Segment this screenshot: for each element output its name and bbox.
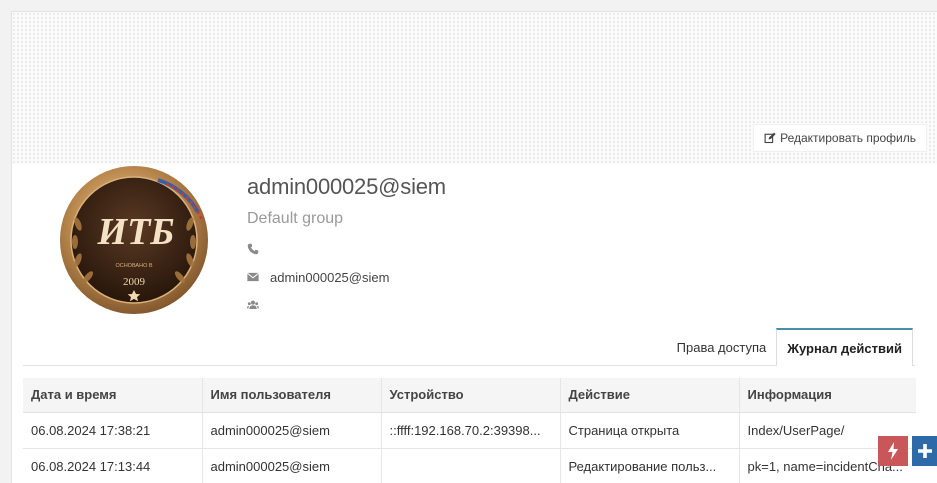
profile-tabs: Права доступа Журнал действий (667, 328, 913, 366)
table-row[interactable]: 06.08.2024 17:13:44 admin000025@siem Ред… (23, 448, 916, 483)
cell-action: Редактирование польз... (560, 448, 740, 483)
quick-action-button[interactable] (878, 436, 908, 466)
cell-action: Страница открыта (560, 412, 740, 449)
column-header-action[interactable]: Действие (560, 378, 740, 413)
column-header-info[interactable]: Информация (739, 378, 916, 413)
profile-username: admin000025@siem (247, 174, 446, 199)
profile-card: Редактировать профиль ИТБ ОСНОВАНО В 200… (11, 11, 937, 483)
cell-username: admin000025@siem (202, 412, 382, 449)
cell-datetime: 06.08.2024 17:13:44 (23, 448, 203, 483)
profile-info: admin000025@siem Default group admin0000… (247, 174, 446, 312)
tab-activity-log[interactable]: Журнал действий (776, 328, 913, 366)
edit-profile-label: Редактировать профиль (780, 131, 916, 145)
table-header-row: Дата и время Имя пользователя Устройство… (23, 378, 916, 413)
cell-datetime: 06.08.2024 17:38:21 (23, 412, 203, 449)
plus-icon (917, 444, 932, 458)
profile-group: Default group (247, 210, 344, 227)
tab-access-rights[interactable]: Права доступа (667, 328, 777, 366)
email-row: admin000025@siem (247, 269, 446, 285)
svg-text:ОСНОВАНО В: ОСНОВАНО В (115, 263, 152, 269)
groups-row (247, 298, 446, 312)
cell-device: ::ffff:192.168.70.2:39398... (381, 412, 561, 449)
svg-text:2009: 2009 (123, 276, 146, 288)
cell-device (381, 448, 561, 483)
svg-text:ИТБ: ИТБ (97, 211, 175, 253)
phone-icon (247, 243, 259, 255)
table-row[interactable]: 06.08.2024 17:38:21 admin000025@siem ::f… (23, 412, 916, 449)
add-button[interactable] (912, 436, 937, 466)
edit-profile-button[interactable]: Редактировать профиль (753, 124, 927, 152)
bolt-icon (888, 442, 898, 460)
phone-row (247, 242, 446, 256)
activity-log-table: Дата и время Имя пользователя Устройство… (23, 378, 916, 483)
envelope-icon (247, 272, 259, 282)
edit-icon (764, 132, 776, 144)
column-header-device[interactable]: Устройство (381, 378, 561, 413)
cell-username: admin000025@siem (202, 448, 382, 483)
users-icon (247, 300, 259, 309)
column-header-datetime[interactable]: Дата и время (23, 378, 203, 413)
profile-email: admin000025@siem (270, 269, 390, 285)
avatar: ИТБ ОСНОВАНО В 2009 (60, 166, 208, 314)
column-header-username[interactable]: Имя пользователя (202, 378, 382, 413)
